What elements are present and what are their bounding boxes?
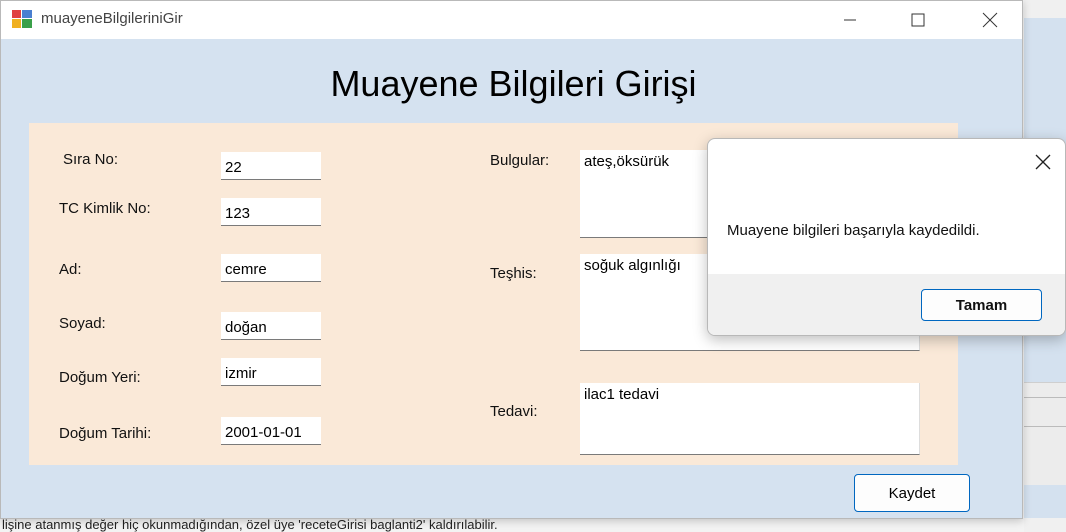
dialog-close-button[interactable] — [1026, 147, 1060, 177]
bulgular-label: Bulgular: — [490, 152, 550, 169]
dialog-message: Muayene bilgileri başarıyla kaydedildi. — [727, 222, 980, 239]
maximize-icon — [911, 13, 925, 27]
tedavi-label: Tedavi: — [490, 403, 538, 420]
tedavi-field[interactable]: ilac1 tedavi — [580, 383, 920, 455]
close-button[interactable] — [967, 1, 1013, 39]
background-status-text: lişine atanmış değer hiç okunmadığından,… — [2, 517, 498, 532]
close-icon — [982, 12, 998, 28]
tc-kimlik-no-label: TC Kimlik No: — [59, 200, 151, 217]
dialog-footer: Tamam — [708, 274, 1065, 335]
minimize-button[interactable] — [827, 1, 873, 39]
ad-label: Ad: — [59, 261, 82, 278]
dogum-tarihi-field[interactable] — [221, 417, 321, 445]
dogum-tarihi-label: Doğum Tarihi: — [59, 425, 152, 442]
background-window-stripe — [1024, 382, 1066, 485]
app-icon — [12, 10, 32, 28]
minimize-icon — [844, 19, 856, 21]
page-title: Muayene Bilgileri Girişi — [330, 63, 697, 104]
dogum-yeri-field[interactable] — [221, 358, 321, 386]
message-dialog: Muayene bilgileri başarıyla kaydedildi. … — [707, 138, 1066, 336]
save-button[interactable]: Kaydet — [854, 474, 970, 512]
soyad-label: Soyad: — [59, 315, 106, 332]
close-icon — [1035, 154, 1051, 170]
ok-button[interactable]: Tamam — [921, 289, 1042, 321]
tc-kimlik-no-field[interactable] — [221, 198, 321, 226]
title-bar[interactable]: muayeneBilgileriniGir — [1, 1, 1022, 39]
sira-no-label: Sıra No: — [63, 151, 119, 168]
sira-no-field[interactable] — [221, 152, 321, 180]
teshis-label: Teşhis: — [490, 265, 537, 282]
dogum-yeri-label: Doğum Yeri: — [59, 369, 141, 386]
ad-field[interactable] — [221, 254, 321, 282]
soyad-field[interactable] — [221, 312, 321, 340]
maximize-button[interactable] — [895, 1, 941, 39]
window-title: muayeneBilgileriniGir — [41, 10, 183, 27]
